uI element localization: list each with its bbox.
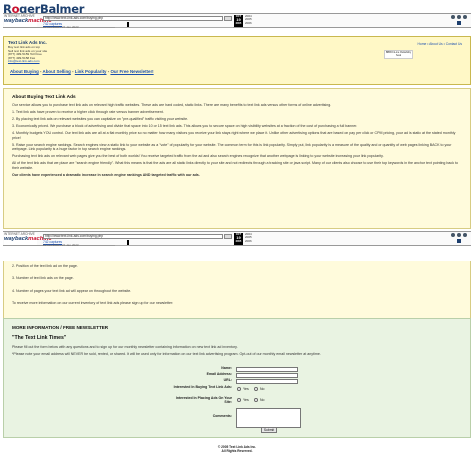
comments-row: Comments:	[4, 408, 472, 428]
share-icon[interactable]	[457, 21, 461, 25]
name-label: Name:	[221, 366, 232, 370]
pricing-factor: 2. Position of the text link ad on the p…	[12, 264, 78, 268]
bbb-seal[interactable]: BBBOnLine Reliability Seal	[384, 50, 413, 59]
wayback-logo[interactable]: INTERNET ARCHIVE waybackmachine	[4, 14, 52, 27]
url-label: URL:	[223, 378, 232, 382]
wayback-url-input[interactable]: http://www.text-link-ads.com/buying.php	[43, 234, 223, 239]
benefit-item: 5. Raise your search engine rankings. Se…	[12, 142, 452, 152]
wayback-controls	[451, 15, 469, 27]
buying-no-label: No	[260, 386, 265, 391]
wayback-toolbar: INTERNET ARCHIVE waybackmachine http://w…	[3, 231, 471, 247]
placing-yes-label: Yes	[243, 397, 249, 402]
user-icon[interactable]	[463, 15, 467, 19]
wayback-logo-line2: waybackmachine	[4, 18, 52, 25]
site-header: Text Link Ads Inc. Buy text link ads on …	[3, 36, 471, 85]
url-field[interactable]	[236, 379, 298, 384]
buying-row: Interested In Buying Text Link Ads: Yes …	[4, 385, 472, 394]
nav-separator: -	[40, 69, 42, 74]
share-icon[interactable]	[457, 239, 461, 243]
page-title: About Buying Text Link Ads	[12, 95, 76, 100]
rights: All Rights Reserved.	[221, 448, 253, 453]
page-footer: © 2005 Text Link Ads Inc. All Rights Res…	[0, 445, 474, 454]
email-link[interactable]: info@text-link-ads.com	[8, 59, 47, 64]
pricing-factor: 4. Number of pages your text link ad wil…	[12, 288, 132, 293]
submit-button[interactable]: Submit	[261, 427, 277, 433]
help-icon[interactable]	[451, 233, 455, 237]
intro-paragraph: Our service allows you to purchase text …	[12, 103, 332, 107]
placing-yes-radio[interactable]	[237, 398, 241, 402]
wayback-calendar-badge[interactable]: OCT 19 2005	[234, 15, 243, 27]
wayback-date-range: 14 Oct 2005 - 27 Jan 2023	[43, 243, 79, 247]
signup-form: Name: Email Address: URL: Interested In …	[4, 366, 472, 437]
wayback-logo-line2: waybackmachine	[4, 236, 52, 243]
wayback-url-input[interactable]: http://www.text-link-ads.com/buying.php	[43, 16, 223, 21]
newsletter-section: MORE INFORMATION / FREE NEWSLETTER "The …	[3, 318, 471, 438]
year-next[interactable]: 2006	[245, 21, 252, 25]
newsletter-heading: MORE INFORMATION / FREE NEWSLETTER	[12, 325, 109, 330]
nav-about-buying[interactable]: About Buying	[10, 69, 39, 74]
comments-label: Comments:	[212, 414, 232, 418]
placing-no-radio[interactable]	[254, 398, 258, 402]
placing-row: Interested In Placing Ads On Your Site: …	[4, 396, 472, 405]
placing-label: Interested In Placing Ads On Your Site:	[175, 396, 232, 404]
close-icon[interactable]	[457, 233, 461, 237]
email-label: Email Address:	[206, 372, 232, 376]
contact-info: Buy text link ads on top Sell text link …	[8, 45, 47, 64]
calendar-year: 2005	[235, 240, 242, 243]
main-nav: About Buying - About Selling - Link Popu…	[10, 69, 154, 74]
benefit-item: 4. Monthly budgets YOU control. Our text…	[12, 131, 456, 140]
clients-paragraph: Our clients have experienced a dramatic …	[12, 172, 200, 177]
help-icon[interactable]	[451, 15, 455, 19]
wayback-years: 2004 2005 2006	[245, 14, 252, 25]
newsletter-prompt: To receive more information on our curre…	[12, 301, 174, 306]
lower-content: 2. Position of the text link ad on the p…	[3, 261, 471, 318]
wayback-logo[interactable]: INTERNET ARCHIVE waybackmachine	[4, 232, 52, 245]
buying-no-radio[interactable]	[254, 387, 258, 391]
wayback-controls	[451, 233, 469, 245]
newsletter-title: "The Text Link Times"	[12, 335, 67, 341]
anchor-paragraph: All of the text link ads that we place a…	[12, 161, 459, 170]
user-icon[interactable]	[463, 233, 467, 237]
calendar-year: 2005	[235, 22, 242, 25]
wayback-years: 2004 2005 2006	[245, 232, 252, 243]
wayback-calendar-badge[interactable]: OCT 19 2005	[234, 233, 243, 245]
year-next[interactable]: 2006	[245, 239, 252, 243]
nav-about-selling[interactable]: About Selling	[43, 69, 71, 74]
nav-separator: -	[107, 69, 110, 74]
comments-textarea[interactable]	[236, 408, 301, 428]
nav-link-popularity[interactable]: Link Popularity	[75, 69, 107, 74]
close-icon[interactable]	[457, 15, 461, 19]
benefit-item: 3. Economically priced. We purchase a bl…	[12, 124, 358, 129]
purchasing-paragraph: Purchasing text link ads on relevant web…	[12, 154, 384, 159]
wayback-go-button[interactable]	[224, 234, 232, 239]
buying-label: Interested In Buying Text Link Ads:	[173, 385, 232, 389]
wayback-go-button[interactable]	[224, 16, 232, 21]
name-field[interactable]	[236, 367, 298, 372]
privacy-note: *Please note your email address will NEV…	[12, 352, 321, 357]
nav-separator: -	[72, 69, 74, 74]
newsletter-instruction: Please fill out the form below with any …	[12, 345, 238, 349]
url-row: URL:	[4, 378, 472, 385]
benefit-item: 2. By placing text link ads on relevant …	[12, 117, 189, 122]
sparkline-marker	[127, 240, 129, 245]
pricing-factor: 3. Number of text link ads on the page.	[12, 276, 74, 281]
wayback-sparkline[interactable]	[115, 22, 233, 28]
content-panel: About Buying Text Link Ads Our service a…	[3, 88, 471, 229]
top-links[interactable]: Home • About Us • Contact Us	[418, 42, 462, 46]
email-field[interactable]	[236, 373, 298, 378]
placing-no-label: No	[260, 397, 265, 402]
buying-yes-label: Yes	[243, 386, 249, 391]
wayback-date-range: 14 Oct 2005 - 27 Jan 2023	[43, 25, 79, 29]
wayback-sparkline[interactable]	[115, 240, 233, 246]
buying-yes-radio[interactable]	[237, 387, 241, 391]
benefit-item: 1. Text link ads have proven to receive …	[12, 110, 164, 115]
wayback-toolbar: INTERNET ARCHIVE waybackmachine http://w…	[3, 13, 471, 29]
sparkline-marker	[127, 22, 129, 27]
nav-newsletter[interactable]: Our Free Newsletter!	[110, 69, 153, 74]
